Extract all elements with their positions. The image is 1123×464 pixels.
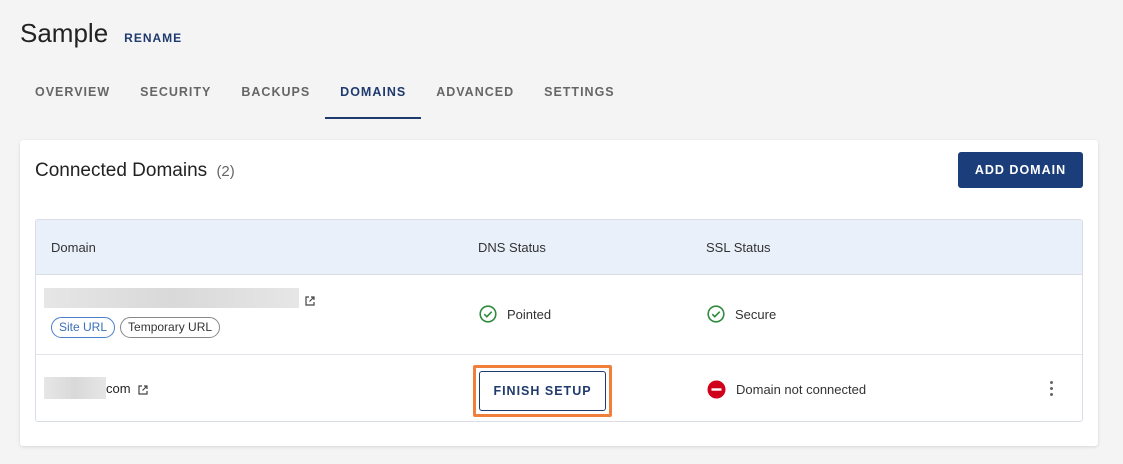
redacted-domain: [44, 377, 106, 399]
connected-domains-card: Connected Domains (2) ADD DOMAIN Domain …: [20, 140, 1098, 446]
external-link-icon[interactable]: [305, 293, 315, 306]
column-header-ssl-status: SSL Status: [706, 240, 771, 255]
table-row: Site URL Temporary URL Pointed Secure: [36, 275, 1082, 355]
card-title: Connected Domains (2): [35, 160, 235, 182]
tab-backups[interactable]: BACKUPS: [226, 70, 325, 119]
finish-setup-button[interactable]: FINISH SETUP: [479, 371, 606, 411]
redacted-domain: [44, 288, 299, 308]
column-header-dns-status: DNS Status: [478, 240, 546, 255]
site-url-tag: Site URL: [51, 317, 116, 338]
domain-count: (2): [216, 163, 235, 180]
domains-table: Domain DNS Status SSL Status Site URL Te…: [35, 219, 1083, 422]
dns-status-text: Pointed: [507, 306, 552, 322]
page-title: Sample: [20, 18, 109, 48]
column-header-domain: Domain: [51, 240, 96, 255]
check-circle-icon: [479, 305, 497, 323]
check-circle-icon: [707, 305, 725, 323]
external-link-icon[interactable]: [137, 383, 148, 395]
tab-overview[interactable]: OVERVIEW: [20, 70, 125, 119]
ssl-status: Domain not connected: [707, 380, 866, 399]
tab-bar: OVERVIEW SECURITY BACKUPS DOMAINS ADVANC…: [20, 70, 630, 119]
add-domain-button[interactable]: ADD DOMAIN: [958, 152, 1083, 188]
temporary-url-tag: Temporary URL: [120, 317, 221, 338]
ssl-status-text: Secure: [735, 306, 777, 322]
minus-circle-icon: [707, 380, 726, 399]
rename-link[interactable]: RENAME: [124, 31, 182, 45]
ssl-status-text: Domain not connected: [736, 382, 867, 397]
tab-settings[interactable]: SETTINGS: [529, 70, 630, 119]
more-vertical-icon[interactable]: [1048, 381, 1054, 397]
tab-advanced[interactable]: ADVANCED: [421, 70, 529, 119]
dns-status: Pointed: [479, 305, 551, 323]
tab-security[interactable]: SECURITY: [125, 70, 226, 119]
card-title-text: Connected Domains: [35, 160, 208, 181]
domain-suffix: com: [106, 380, 131, 396]
table-row: com FINISH SETUP Domain not connected: [36, 355, 1082, 421]
page-header: Sample RENAME: [20, 18, 182, 49]
finish-setup-highlight: FINISH SETUP: [473, 365, 612, 417]
table-header: Domain DNS Status SSL Status: [36, 220, 1082, 275]
ssl-status: Secure: [707, 305, 776, 323]
tab-domains[interactable]: DOMAINS: [325, 70, 422, 119]
